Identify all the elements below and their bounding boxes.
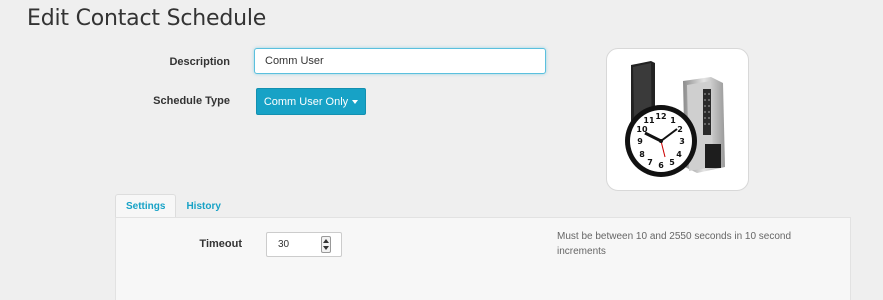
timeout-spinner[interactable]	[321, 236, 331, 253]
svg-text:12: 12	[655, 112, 666, 121]
svg-text:3: 3	[679, 137, 685, 146]
svg-text:7: 7	[647, 158, 653, 167]
svg-text:4: 4	[676, 150, 682, 159]
svg-text:9: 9	[637, 137, 643, 146]
svg-text:8: 8	[639, 150, 645, 159]
schedule-type-dropdown[interactable]: Comm User Only	[256, 88, 366, 115]
timeout-value: 30	[278, 239, 290, 250]
schedule-type-label: Schedule Type	[153, 95, 230, 107]
spinner-up-icon[interactable]	[323, 239, 329, 243]
description-label: Description	[169, 56, 230, 68]
spinner-down-icon[interactable]	[323, 246, 329, 250]
page-title: Edit Contact Schedule	[27, 6, 267, 31]
tab-settings[interactable]: Settings	[115, 194, 177, 218]
svg-text:1: 1	[670, 116, 676, 125]
tab-bar: Settings History	[115, 194, 231, 218]
tab-history[interactable]: History	[176, 194, 230, 218]
schedule-type-value: Comm User Only	[263, 95, 349, 108]
svg-text:2: 2	[677, 125, 683, 134]
svg-text:5: 5	[669, 158, 675, 167]
clock-and-keypad-reader-icon: 12 3 6 9 1 2 4 5 7 8 10 11	[625, 61, 725, 177]
svg-text:11: 11	[643, 116, 655, 125]
timeout-input[interactable]: 30	[266, 232, 342, 257]
caret-down-icon	[352, 100, 359, 104]
timeout-label: Timeout	[199, 238, 242, 250]
timeout-help-text: Must be between 10 and 2550 seconds in 1…	[557, 231, 792, 257]
svg-text:6: 6	[658, 161, 664, 170]
schedule-type-image: 12 3 6 9 1 2 4 5 7 8 10 11	[606, 48, 749, 191]
description-input[interactable]	[254, 48, 546, 74]
